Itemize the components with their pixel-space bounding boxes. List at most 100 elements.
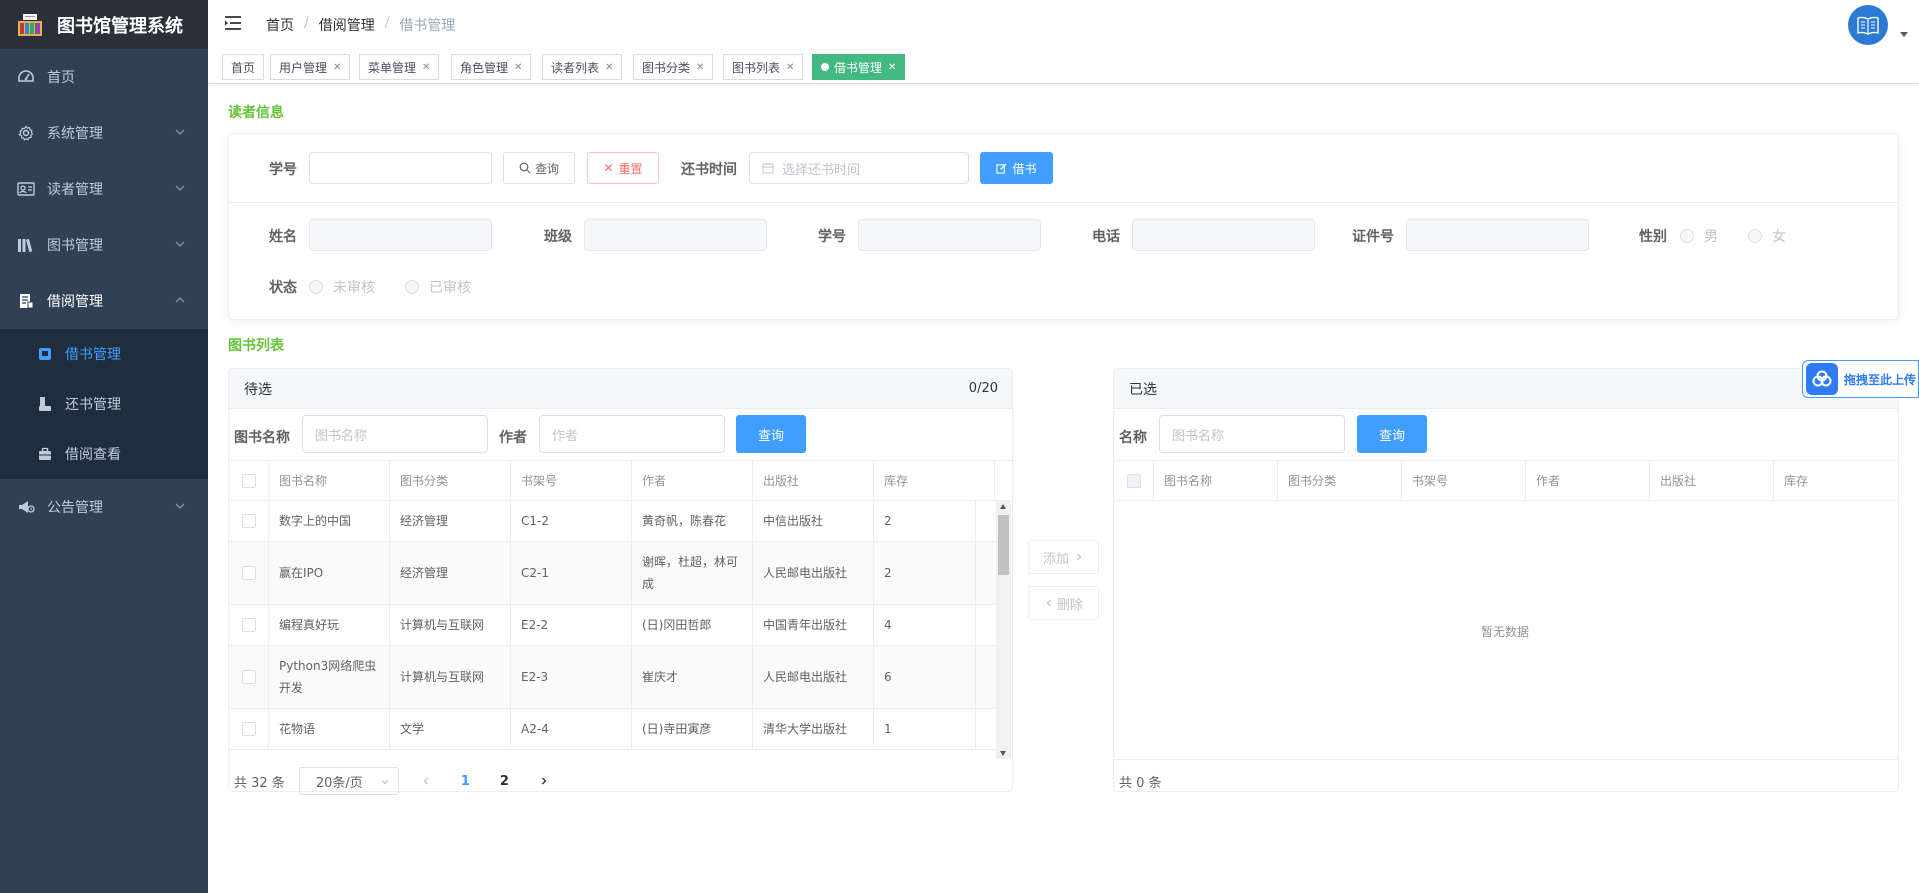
row-checkbox[interactable] (241, 514, 256, 528)
row-checkbox[interactable] (241, 566, 256, 580)
table-row[interactable]: 花物语 文学 A2-4 (日)寺田寅彦 清华大学出版社 1 (229, 709, 996, 750)
shelf-cell: E2-2 (511, 605, 632, 645)
tag-user-management[interactable]: 用户管理 ✕ (270, 54, 351, 80)
book-name-cell: 花物语 (269, 709, 390, 749)
reader-card: 学号 查询 ✕ 重置 还书时间 选择还书时间 借书 姓名 班级 学号 电话 证件… (228, 133, 1899, 320)
page-number-active[interactable]: 1 (461, 774, 470, 789)
scroll-up-arrow-icon[interactable] (1000, 504, 1006, 509)
column-header[interactable]: 书架号 (511, 461, 632, 500)
student-id-field[interactable] (858, 219, 1041, 251)
id-number-field[interactable] (1406, 219, 1589, 251)
breadcrumb-separator: / (384, 15, 390, 31)
sidebar-subitem-borrow-books[interactable]: 借书管理 (0, 329, 208, 379)
sidebar-item-reader[interactable]: 读者管理 (0, 161, 208, 217)
selected-query-button[interactable]: 查询 (1357, 415, 1427, 453)
row-checkbox[interactable] (241, 618, 256, 632)
selected-name-input[interactable]: 图书名称 (1159, 415, 1345, 453)
sidebar-subitem-return-books[interactable]: 还书管理 (0, 379, 208, 429)
sidebar-item-system[interactable]: 系统管理 (0, 105, 208, 161)
sidebar-item-borrow[interactable]: 借阅管理 (0, 273, 208, 329)
tag-book-list[interactable]: 图书列表 ✕ (723, 54, 804, 80)
sidebar-item-label: 读者管理 (47, 182, 103, 198)
column-header[interactable]: 作者 (632, 461, 753, 500)
breadcrumb-home[interactable]: 首页 (266, 15, 294, 35)
column-header[interactable]: 库存 (1774, 461, 1898, 500)
close-icon[interactable]: ✕ (888, 62, 896, 73)
table-scrollbar[interactable] (996, 501, 1011, 759)
prev-page-icon[interactable] (421, 776, 431, 786)
scroll-thumb[interactable] (998, 515, 1009, 575)
book-name-input[interactable]: 图书名称 (302, 415, 488, 453)
table-row[interactable]: 编程真好玩 计算机与互联网 E2-2 (日)冈田哲郎 中国青年出版社 4 (229, 605, 996, 646)
return-time-picker[interactable]: 选择还书时间 (749, 152, 969, 184)
close-icon[interactable]: ✕ (333, 62, 341, 73)
table-row[interactable]: 赢在IPO 经济管理 C2-1 谢晖，杜超，林可成 人民邮电出版社 2 (229, 542, 996, 605)
reader-reset-button[interactable]: ✕ 重置 (587, 152, 659, 184)
borrow-button[interactable]: 借书 (980, 152, 1053, 184)
breadcrumb-separator: / (304, 15, 309, 31)
column-header[interactable]: 出版社 (1650, 461, 1774, 500)
phone-field[interactable] (1132, 219, 1315, 251)
column-header[interactable]: 库存 (874, 461, 995, 500)
row-checkbox-cell (229, 542, 269, 604)
close-icon[interactable]: ✕ (605, 62, 613, 73)
books-section-title: 图书列表 (228, 338, 284, 354)
breadcrumb-borrow[interactable]: 借阅管理 (319, 15, 375, 35)
close-icon[interactable]: ✕ (696, 62, 704, 73)
column-header[interactable]: 图书名称 (269, 461, 390, 500)
category-cell: 经济管理 (390, 501, 511, 541)
tag-book-category[interactable]: 图书分类 ✕ (633, 54, 714, 80)
student-id-input[interactable] (309, 152, 492, 184)
select-all-checkbox[interactable] (1126, 473, 1141, 488)
remove-button[interactable]: 删除 (1028, 586, 1099, 620)
add-button[interactable]: 添加 (1028, 540, 1099, 574)
close-icon[interactable]: ✕ (786, 62, 794, 73)
tag-borrow-books[interactable]: 借书管理 ✕ (812, 54, 906, 80)
name-field[interactable] (309, 219, 492, 251)
logo[interactable]: 图书馆管理系统 (0, 0, 208, 49)
avatar[interactable] (1848, 5, 1888, 45)
radio-circle (309, 280, 323, 294)
reader-query-button[interactable]: 查询 (503, 152, 575, 184)
divider (1114, 759, 1898, 760)
row-checkbox[interactable] (241, 670, 256, 684)
author-input[interactable]: 作者 (539, 415, 725, 453)
status-approved-radio[interactable]: 已审核 (405, 277, 471, 297)
class-field[interactable] (584, 219, 767, 251)
column-header[interactable]: 书架号 (1402, 461, 1526, 500)
hamburger-icon[interactable] (224, 15, 242, 31)
tag-role-management[interactable]: 角色管理 ✕ (451, 54, 532, 80)
gender-male-radio[interactable]: 男 (1680, 226, 1718, 246)
scroll-down-arrow-icon[interactable] (1000, 751, 1006, 756)
drag-upload-widget[interactable]: 拖拽至此上传 (1802, 360, 1919, 398)
column-header[interactable]: 图书分类 (1278, 461, 1402, 500)
page-number[interactable]: 2 (500, 774, 509, 789)
column-header[interactable]: 图书分类 (390, 461, 511, 500)
table-row[interactable]: Python3网络爬虫开发 计算机与互联网 E2-3 崔庆才 人民邮电出版社 6 (229, 646, 996, 709)
book-query-button[interactable]: 查询 (736, 415, 806, 453)
tag-menu-management[interactable]: 菜单管理 ✕ (359, 54, 440, 80)
column-header[interactable]: 图书名称 (1154, 461, 1278, 500)
status-pending-radio[interactable]: 未审核 (309, 277, 375, 297)
breadcrumb: 首页 / 借阅管理 / 借书管理 (266, 15, 455, 35)
page-size-select[interactable]: 20条/页 (298, 767, 399, 795)
column-header[interactable]: 作者 (1526, 461, 1650, 500)
tag-home[interactable]: 首页 (222, 54, 265, 80)
select-all-checkbox[interactable] (241, 473, 256, 488)
close-icon[interactable]: ✕ (422, 62, 430, 73)
gender-female-radio[interactable]: 女 (1748, 226, 1786, 246)
column-header[interactable]: 出版社 (753, 461, 874, 500)
selected-total-count: 共 0 条 (1119, 775, 1162, 791)
caret-down-icon[interactable] (1900, 32, 1908, 37)
selection-count: 0/20 (968, 381, 998, 396)
table-row[interactable]: 数字上的中国 经济管理 C1-2 黄奇帆，陈春花 中信出版社 2 (229, 501, 996, 542)
sidebar-item-announcement[interactable]: 公告管理 (0, 479, 208, 535)
sidebar-item-home[interactable]: 首页 (0, 49, 208, 105)
next-page-icon[interactable] (539, 776, 549, 786)
calendar-icon (762, 163, 774, 174)
sidebar-item-books[interactable]: 图书管理 (0, 217, 208, 273)
sidebar-subitem-borrow-view[interactable]: 借阅查看 (0, 429, 208, 479)
tag-reader-list[interactable]: 读者列表 ✕ (542, 54, 623, 80)
close-icon[interactable]: ✕ (514, 62, 522, 73)
row-checkbox[interactable] (241, 722, 256, 736)
